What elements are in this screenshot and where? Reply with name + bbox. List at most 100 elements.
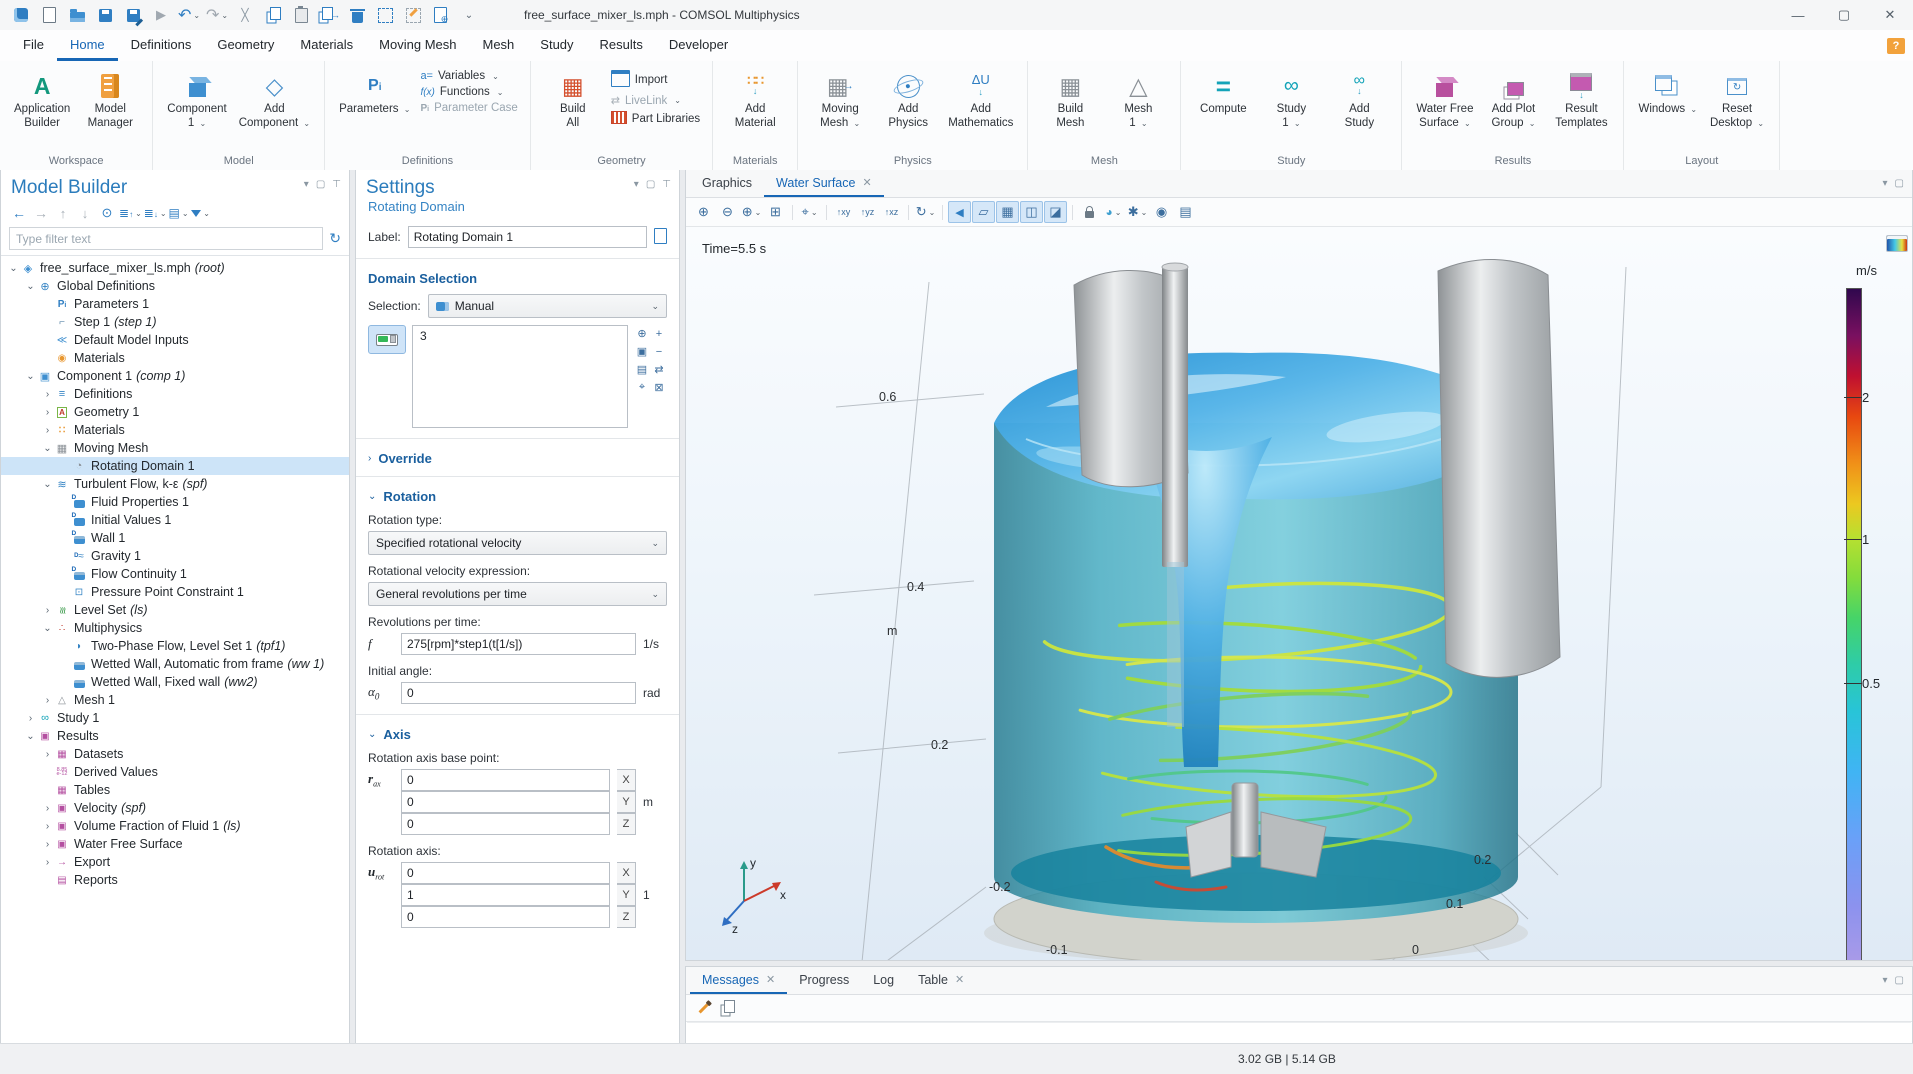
help-button[interactable]: ? (1887, 38, 1905, 54)
tree-item-pressure-point-constraint-1[interactable]: ⊡Pressure Point Constraint 1 (1, 583, 349, 601)
graphics-canvas[interactable]: Time=5.5 s 0.60.40.2m-0.2-0.10.20.10 m/s… (686, 227, 1912, 960)
appearance-icon[interactable]: ◕⌄ (1102, 201, 1125, 223)
copy-button[interactable] (260, 3, 286, 27)
open-button[interactable] (64, 3, 90, 27)
view-xz-icon[interactable]: ↑xz (880, 201, 903, 223)
tree-item-datasets[interactable]: ›▦Datasets (1, 745, 349, 763)
expander-icon[interactable]: › (41, 389, 54, 400)
cut-button[interactable]: ╳ (232, 3, 258, 27)
tree-item-free-surface-mixer-ls-mph[interactable]: ⌄◈free_surface_mixer_ls.mph(root) (1, 259, 349, 277)
expander-icon[interactable]: › (24, 713, 37, 724)
tab-study[interactable]: Study (527, 30, 586, 61)
close-icon[interactable]: ✕ (862, 176, 871, 189)
tree-item-moving-mesh[interactable]: ⌄▦Moving Mesh (1, 439, 349, 457)
close-icon[interactable]: ✕ (766, 973, 775, 986)
panel-menu-icon[interactable]: ▾ (1883, 975, 1888, 986)
show-button[interactable]: ⊙ (97, 203, 117, 223)
tree-item-velocity[interactable]: ›▣Velocity(spf) (1, 799, 349, 817)
collapse-all-button[interactable]: ≣↓⌄ (144, 203, 167, 223)
add-material-button[interactable]: ∷∷↓AddMaterial (721, 67, 789, 133)
zoom-extents-icon[interactable]: ⊞ (764, 201, 787, 223)
transparency-icon[interactable]: ▱ (972, 201, 995, 223)
active-toggle-button[interactable] (368, 325, 406, 354)
add-component-button[interactable]: ◇AddComponent ⌄ (233, 67, 316, 133)
panel-pin-icon[interactable]: ⊤ (332, 179, 341, 190)
zoom-box-icon[interactable]: ⊕⌄ (740, 201, 763, 223)
delete-button[interactable] (344, 3, 370, 27)
save-as-button[interactable] (120, 3, 146, 27)
label-input[interactable] (408, 226, 647, 248)
expander-icon[interactable]: ⌄ (41, 623, 54, 634)
panel-menu-icon[interactable]: ▾ (304, 179, 309, 190)
close-icon[interactable]: ✕ (1867, 0, 1913, 30)
add-plot-group-button[interactable]: Add PlotGroup ⌄ (1479, 67, 1547, 133)
zoom-to-selection-icon[interactable]: ⊕ (634, 325, 650, 342)
moving-mesh-button[interactable]: ▦→MovingMesh ⌄ (806, 67, 874, 133)
tab-materials[interactable]: Materials (287, 30, 366, 61)
expander-icon[interactable]: ⌄ (7, 263, 20, 274)
default-view-icon[interactable]: ⌖⌄ (798, 201, 821, 223)
clear-selection-icon[interactable]: ⊠ (651, 379, 667, 396)
rotate-view-icon[interactable]: ↻⌄ (914, 201, 937, 223)
expander-icon[interactable]: › (41, 803, 54, 814)
coordinate-input-y[interactable] (401, 791, 610, 813)
rename-icon[interactable] (654, 228, 667, 247)
move-down-button[interactable]: ↓ (75, 203, 95, 223)
columns-button[interactable]: ▤⌄ (169, 203, 189, 223)
tab-table[interactable]: Table✕ (906, 967, 976, 994)
tree-item-export[interactable]: ›→Export (1, 853, 349, 871)
tree-item-tables[interactable]: ▦Tables (1, 781, 349, 799)
expander-icon[interactable]: › (41, 407, 54, 418)
build-mesh-button[interactable]: ▦BuildMesh (1036, 67, 1104, 133)
expander-icon[interactable]: › (41, 821, 54, 832)
highlight-button[interactable] (400, 3, 426, 27)
compute-button[interactable]: =Compute (1189, 67, 1257, 119)
expander-icon[interactable]: › (41, 839, 54, 850)
tab-file[interactable]: File (10, 30, 57, 61)
new-file-button[interactable] (36, 3, 62, 27)
coordinate-input-z[interactable] (401, 813, 610, 835)
study-1-button[interactable]: ∞Study1 ⌄ (1257, 67, 1325, 133)
preview-button[interactable]: ⊕ (428, 3, 454, 27)
tree-item-initial-values-1[interactable]: Initial Values 1 (1, 511, 349, 529)
panel-pin-icon[interactable]: ⊤ (662, 179, 671, 190)
filter-button[interactable]: ⌄ (191, 203, 211, 223)
tab-moving-mesh[interactable]: Moving Mesh (366, 30, 469, 61)
tab-home[interactable]: Home (57, 30, 118, 61)
swap-selection-icon[interactable]: ⇄ (651, 361, 667, 378)
build-all-button[interactable]: ▦BuildAll (539, 67, 607, 133)
lock-icon[interactable] (1078, 201, 1101, 223)
tree-item-gravity-1[interactable]: D≈Gravity 1 (1, 547, 349, 565)
axis-section[interactable]: ⌄ Axis (356, 727, 679, 742)
panel-menu-icon[interactable]: ▾ (634, 179, 639, 190)
tab-messages[interactable]: Messages✕ (690, 967, 787, 994)
model-manager-button[interactable]: ModelManager (76, 67, 144, 133)
rpt-input[interactable] (401, 633, 636, 655)
tab-developer[interactable]: Developer (656, 30, 741, 61)
paste-button[interactable] (288, 3, 314, 27)
expander-icon[interactable]: › (41, 857, 54, 868)
expander-icon[interactable]: › (41, 749, 54, 760)
panel-float-icon[interactable]: ▢ (316, 179, 325, 190)
copy-log-icon[interactable] (716, 997, 739, 1019)
create-selection-icon[interactable]: ⌖ (634, 379, 650, 396)
select-box-button[interactable] (372, 3, 398, 27)
panel-float-icon[interactable]: ▢ (646, 179, 655, 190)
save-button[interactable] (92, 3, 118, 27)
tab-progress[interactable]: Progress (787, 967, 861, 994)
maximize-icon[interactable]: ▢ (1821, 0, 1867, 30)
domain-selection-heading[interactable]: Domain Selection (356, 271, 679, 286)
tab-graphics[interactable]: Graphics (690, 170, 764, 197)
update-view-icon[interactable]: ✱⌄ (1126, 201, 1149, 223)
view-yz-icon[interactable]: ↑yz (856, 201, 879, 223)
tree-item-mesh-1[interactable]: ›△Mesh 1 (1, 691, 349, 709)
move-up-button[interactable]: ↑ (53, 203, 73, 223)
add-physics-button[interactable]: AddPhysics (874, 67, 942, 133)
tree-item-wetted-wall-fixed-wall[interactable]: Wetted Wall, Fixed wall(ww2) (1, 673, 349, 691)
coordinate-input-z[interactable] (401, 906, 610, 928)
tree-item-rotating-domain-1[interactable]: ◔Rotating Domain 1 (1, 457, 349, 475)
clip-plane-icon[interactable]: ◪ (1044, 201, 1067, 223)
remove-from-selection-icon[interactable]: − (651, 343, 667, 360)
paste-selection-icon[interactable]: ▤ (634, 361, 650, 378)
import-button[interactable]: Import (611, 70, 700, 90)
